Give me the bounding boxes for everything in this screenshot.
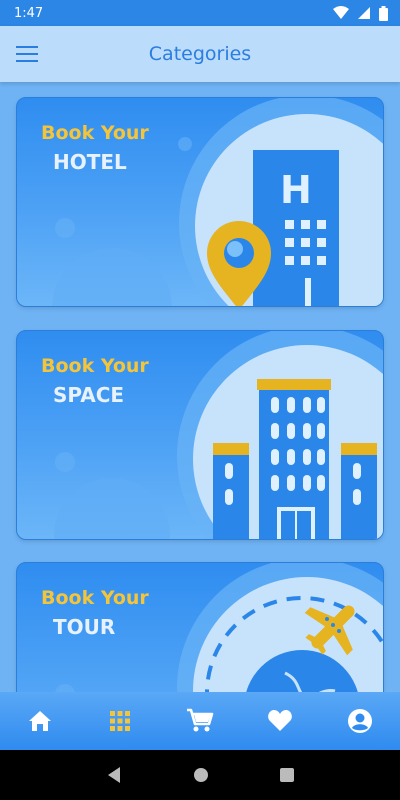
- category-card-tour[interactable]: Book Your TOUR: [16, 562, 384, 692]
- page-title: Categories: [148, 43, 252, 65]
- menu-icon[interactable]: [16, 42, 40, 66]
- home-circle-icon[interactable]: [193, 767, 209, 783]
- nav-cart[interactable]: [180, 701, 220, 741]
- card-title: TOUR: [53, 615, 116, 639]
- nav-categories[interactable]: [100, 701, 140, 741]
- status-bar: 1:47: [0, 0, 400, 26]
- wifi-icon: [333, 6, 349, 19]
- card-kicker: Book Your: [41, 122, 149, 144]
- battery-icon: [379, 5, 388, 21]
- card-kicker: Book Your: [41, 587, 149, 609]
- signal-icon: [358, 7, 370, 19]
- card-title: HOTEL: [53, 150, 127, 174]
- category-card-space[interactable]: Book Your SPACE: [16, 330, 384, 540]
- account-icon: [348, 709, 372, 733]
- status-icons: [333, 5, 388, 21]
- nav-favorites[interactable]: [260, 701, 300, 741]
- nav-account[interactable]: [340, 701, 380, 741]
- svg-text:H: H: [280, 168, 312, 212]
- back-icon[interactable]: [106, 766, 122, 784]
- app-bar: Categories: [0, 26, 400, 82]
- card-title: SPACE: [53, 383, 125, 407]
- card-kicker: Book Your: [41, 355, 149, 377]
- system-nav-bar: [0, 750, 400, 800]
- heart-icon: [268, 710, 292, 731]
- status-time: 1:47: [14, 5, 44, 21]
- nav-home[interactable]: [20, 701, 60, 741]
- home-icon: [29, 711, 51, 731]
- cart-icon: [187, 708, 214, 732]
- category-card-hotel[interactable]: H Book Your HOTEL: [16, 97, 384, 307]
- recents-icon[interactable]: [280, 768, 295, 782]
- bottom-nav: [0, 692, 400, 750]
- grid-icon: [110, 711, 130, 731]
- category-list[interactable]: H Book Your HOTEL Book Your SPACE Book Y…: [0, 82, 400, 692]
